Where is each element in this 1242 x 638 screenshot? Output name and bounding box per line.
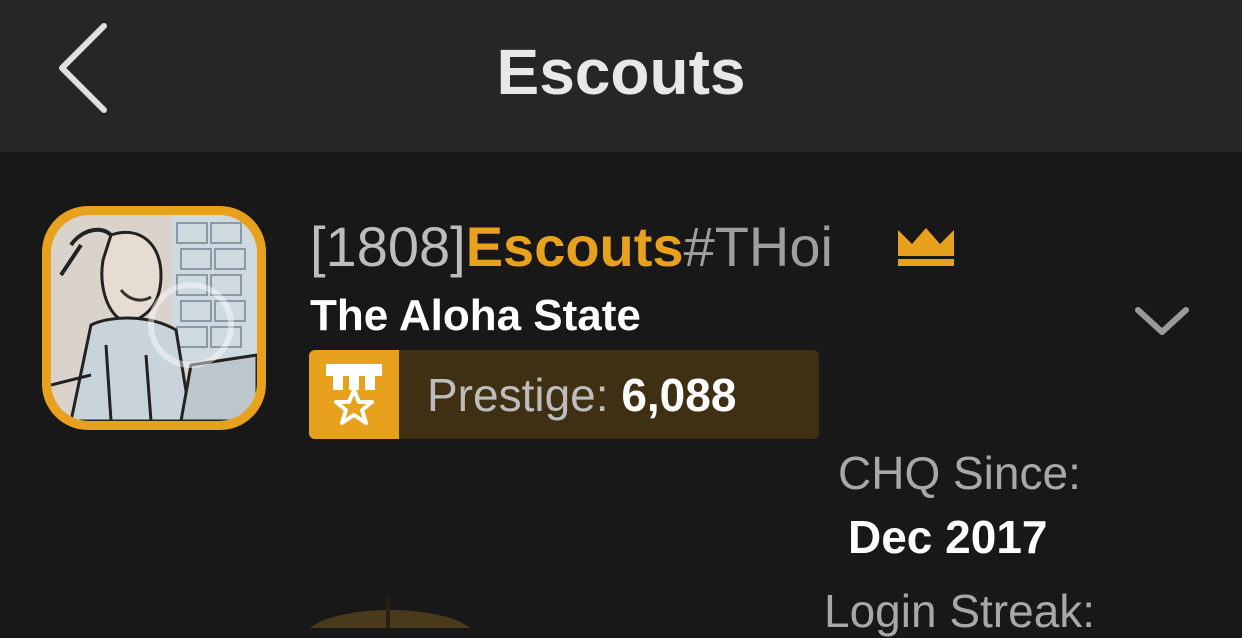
prestige-badge: Prestige: 6,088: [309, 350, 819, 439]
page-title: Escouts: [496, 36, 746, 108]
avatar[interactable]: [42, 206, 266, 430]
player-state: The Aloha State: [310, 291, 641, 340]
player-tag: #THoi: [683, 215, 833, 278]
prestige-text: Prestige: 6,088: [427, 368, 736, 422]
prestige-label: Prestige:: [427, 369, 609, 421]
avatar-image: [51, 215, 257, 421]
login-streak-label: Login Streak:: [824, 585, 1096, 637]
profile-panel: [1808]Escouts#THoi The Aloha State Prest…: [0, 152, 1242, 637]
crown-icon: [898, 228, 954, 266]
player-username: Escouts: [465, 215, 684, 278]
chq-since-label: CHQ Since:: [838, 447, 1081, 499]
chq-since-value: Dec 2017: [848, 511, 1048, 563]
expand-button[interactable]: [1132, 302, 1192, 342]
emblem-icon: [310, 598, 470, 628]
prestige-value: 6,088: [621, 369, 737, 421]
player-name-line: [1808]Escouts#THoi: [310, 212, 833, 282]
chevron-down-icon: [1135, 307, 1189, 335]
top-nav-bar: Escouts: [0, 0, 1242, 152]
medal-star-icon: [326, 364, 382, 425]
player-level: [1808]: [310, 215, 466, 278]
prestige-icon-box: [309, 350, 399, 439]
